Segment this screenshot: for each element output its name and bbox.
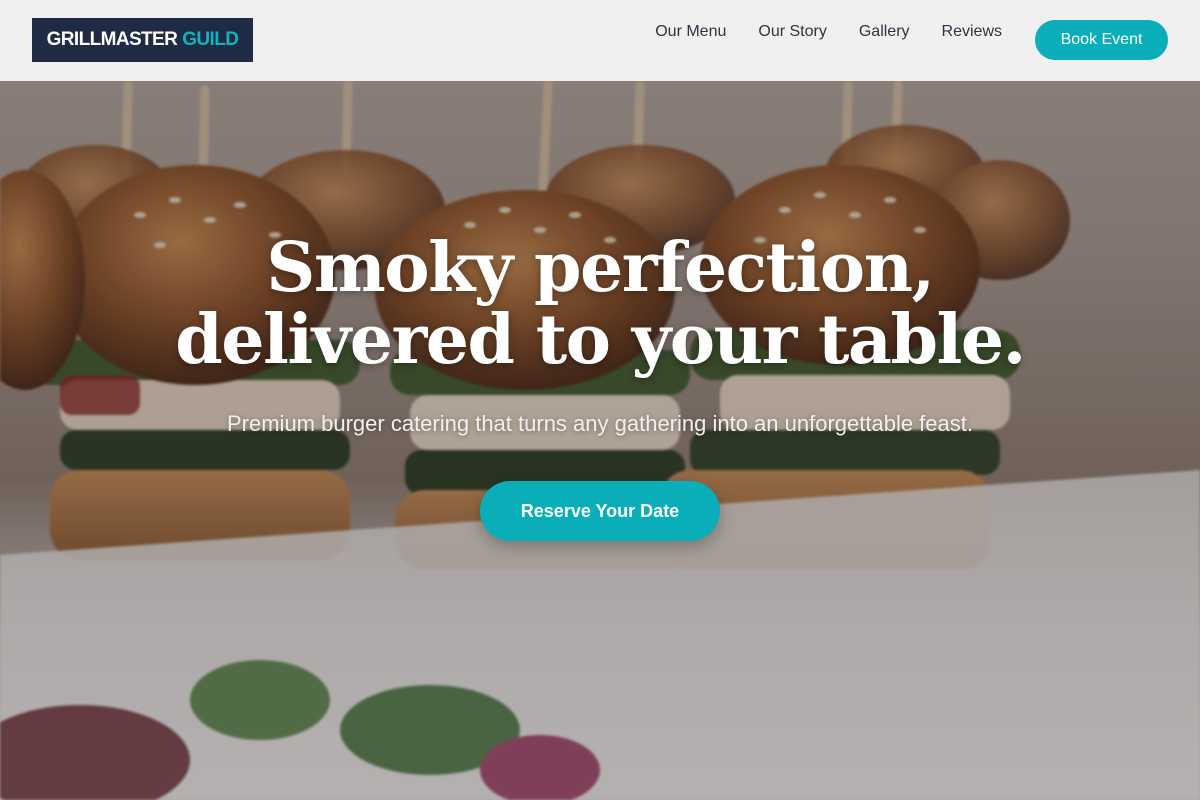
- main-nav: Our Menu Our Story Gallery Reviews: [655, 22, 1002, 42]
- nav-link-reviews[interactable]: Reviews: [942, 22, 1002, 42]
- brand-name-accent: GUILD: [182, 29, 239, 50]
- hero-headline: Smoky perfection, delivered to your tabl…: [0, 232, 1200, 376]
- landing-page: GRILLMASTER GUILD Our Menu Our Story Gall…: [0, 0, 1200, 800]
- reserve-date-button[interactable]: Reserve Your Date: [480, 481, 720, 541]
- hero-headline-line-2: delivered to your table.: [175, 300, 1026, 380]
- brand-name-primary: GRILLMASTER: [46, 29, 178, 50]
- nav-link-our-menu[interactable]: Our Menu: [655, 22, 726, 42]
- nav-link-gallery[interactable]: Gallery: [859, 22, 910, 42]
- hero-headline-line-1: Smoky perfection,: [266, 228, 935, 308]
- hero-content: Smoky perfection, delivered to your tabl…: [0, 232, 1200, 541]
- nav-link-our-story[interactable]: Our Story: [758, 22, 826, 42]
- hero-subheadline: Premium burger catering that turns any g…: [227, 411, 973, 436]
- site-header: GRILLMASTER GUILD Our Menu Our Story Gall…: [0, 0, 1200, 81]
- brand-logo[interactable]: GRILLMASTER GUILD: [32, 18, 253, 62]
- book-event-button[interactable]: Book Event: [1035, 20, 1168, 60]
